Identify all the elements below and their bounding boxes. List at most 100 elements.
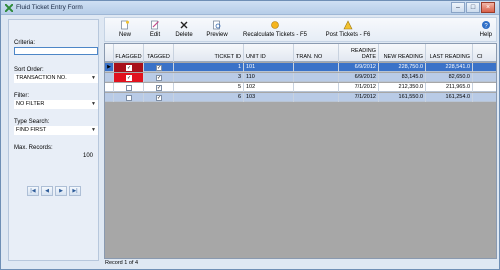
type-search-label: Type Search: — [14, 119, 50, 125]
reading-date-cell: 7/1/2012 — [339, 83, 379, 92]
tagged-checkbox[interactable]: ✓ — [156, 94, 162, 101]
row-indicator — [105, 93, 114, 102]
header-reading-date[interactable]: READING DATE — [339, 44, 379, 62]
table-row[interactable]: ✓ ✓ 3 110 6/9/2012 83,145.0 82,650.0 — [105, 73, 496, 82]
criteria-input[interactable] — [14, 47, 98, 55]
ci-cell — [473, 93, 496, 102]
tickets-grid: FLAGGED TAGGED TICKET ID UNIT ID TRAN. N… — [104, 43, 497, 259]
close-button[interactable]: × — [481, 2, 495, 13]
delete-label: Delete — [175, 32, 193, 38]
status-bar-text: Record 1 of 4 — [105, 260, 139, 266]
tagged-checkbox[interactable]: ✓ — [156, 74, 162, 81]
header-unit-id[interactable]: UNIT ID — [244, 44, 294, 62]
header-last-reading[interactable]: LAST READING — [426, 44, 473, 62]
tran-no-cell — [294, 73, 339, 82]
new-reading-cell: 228,750.0 — [379, 63, 426, 72]
record-navigator: |◀ ◀ ▶ ▶| — [27, 186, 81, 196]
tagged-cell: ✓ — [144, 83, 174, 92]
header-flagged[interactable]: FLAGGED — [114, 44, 144, 62]
reading-date-cell: 6/9/2012 — [339, 73, 379, 82]
warning-icon — [343, 20, 353, 30]
preview-icon — [213, 20, 221, 30]
chevron-down-icon: ▼ — [91, 127, 96, 133]
new-reading-cell: 161,550.0 — [379, 93, 426, 102]
edit-button[interactable]: Edit — [147, 20, 163, 38]
max-records-input[interactable]: 100 — [83, 153, 93, 159]
flagged-checkbox[interactable]: ✓ — [126, 74, 132, 81]
flagged-checkbox[interactable]: ✓ — [126, 64, 132, 71]
reading-date-cell: 6/9/2012 — [339, 63, 379, 72]
title-bar: Fluid Ticket Entry Form – □ × — [1, 1, 499, 15]
flagged-cell — [114, 83, 144, 92]
tagged-cell: ✓ — [144, 73, 174, 82]
last-reading-cell: 82,650.0 — [426, 73, 473, 82]
unit-id-cell: 110 — [244, 73, 294, 82]
ci-cell — [473, 83, 496, 92]
last-record-icon[interactable]: ▶| — [69, 186, 81, 196]
ticket-id-cell: 1 — [174, 63, 244, 72]
header-ticket-id[interactable]: TICKET ID — [174, 44, 244, 62]
unit-id-cell: 102 — [244, 83, 294, 92]
criteria-label: Criteria: — [14, 40, 36, 46]
header-new-reading[interactable]: NEW READING — [379, 44, 426, 62]
ci-cell — [473, 63, 496, 72]
row-indicator — [105, 73, 114, 82]
filter-label: Filter: — [14, 93, 29, 99]
toolbar: New Edit Delete Preview Recalculate Tick… — [104, 17, 497, 42]
tagged-checkbox[interactable]: ✓ — [156, 64, 162, 71]
chevron-down-icon: ▼ — [91, 101, 96, 107]
next-record-icon[interactable]: ▶ — [55, 186, 67, 196]
help-label: Help — [479, 32, 492, 38]
header-ci[interactable]: CI — [473, 44, 496, 62]
reading-date-cell: 7/1/2012 — [339, 93, 379, 102]
first-record-icon[interactable]: |◀ — [27, 186, 39, 196]
post-tickets-button[interactable]: Post Tickets - F6 — [319, 20, 377, 38]
recalculate-icon — [271, 21, 279, 29]
flagged-checkbox[interactable] — [126, 84, 132, 91]
sort-order-select[interactable]: TRANSACTION NO. ▼ — [14, 74, 98, 83]
delete-button[interactable]: Delete — [174, 20, 194, 38]
previous-record-icon[interactable]: ◀ — [41, 186, 53, 196]
ticket-id-cell: 3 — [174, 73, 244, 82]
header-tagged[interactable]: TAGGED — [144, 44, 174, 62]
tagged-cell: ✓ — [144, 93, 174, 102]
table-row[interactable]: ✓ 6 103 7/1/2012 161,550.0 161,254.0 — [105, 93, 496, 102]
sort-order-label: Sort Order: — [14, 67, 44, 73]
ticket-id-cell: 6 — [174, 93, 244, 102]
last-reading-cell: 211,965.0 — [426, 83, 473, 92]
minimize-button[interactable]: – — [451, 2, 465, 13]
ticket-id-cell: 5 — [174, 83, 244, 92]
chevron-down-icon: ▼ — [91, 75, 96, 81]
filter-select[interactable]: NO FILTER ▼ — [14, 100, 98, 109]
row-indicator: ▶ — [105, 63, 114, 72]
unit-id-cell: 103 — [244, 93, 294, 102]
preview-label: Preview — [206, 32, 228, 38]
preview-button[interactable]: Preview — [205, 20, 229, 38]
row-indicator — [105, 83, 114, 92]
row-indicator-header — [105, 44, 114, 62]
new-button[interactable]: New — [117, 20, 133, 38]
recalculate-tickets-button[interactable]: Recalculate Tickets - F5 — [237, 20, 313, 38]
window-title: Fluid Ticket Entry Form — [16, 4, 83, 11]
new-document-icon — [121, 20, 129, 30]
recalculate-label: Recalculate Tickets - F5 — [242, 32, 308, 38]
help-button[interactable]: ? Help — [480, 20, 492, 38]
table-row[interactable]: ▶ ✓ ✓ 1 101 6/9/2012 228,750.0 228,541.0 — [105, 63, 496, 72]
header-tran-no[interactable]: TRAN. NO — [294, 44, 339, 62]
type-search-select[interactable]: FIND FIRST ▼ — [14, 126, 98, 135]
tagged-checkbox[interactable]: ✓ — [156, 84, 162, 91]
maximize-button[interactable]: □ — [466, 2, 480, 13]
table-row[interactable]: ✓ 5 102 7/1/2012 212,350.0 211,965.0 — [105, 83, 496, 92]
flagged-cell — [114, 93, 144, 102]
filter-value: NO FILTER — [16, 101, 45, 107]
tran-no-cell — [294, 83, 339, 92]
new-reading-cell: 83,145.0 — [379, 73, 426, 82]
new-reading-cell: 212,350.0 — [379, 83, 426, 92]
max-records-label: Max. Records: — [14, 145, 53, 151]
last-reading-cell: 161,254.0 — [426, 93, 473, 102]
sort-order-value: TRANSACTION NO. — [16, 75, 67, 81]
unit-id-cell: 101 — [244, 63, 294, 72]
flagged-cell: ✓ — [114, 73, 144, 82]
last-reading-cell: 228,541.0 — [426, 63, 473, 72]
flagged-checkbox[interactable] — [126, 94, 132, 101]
